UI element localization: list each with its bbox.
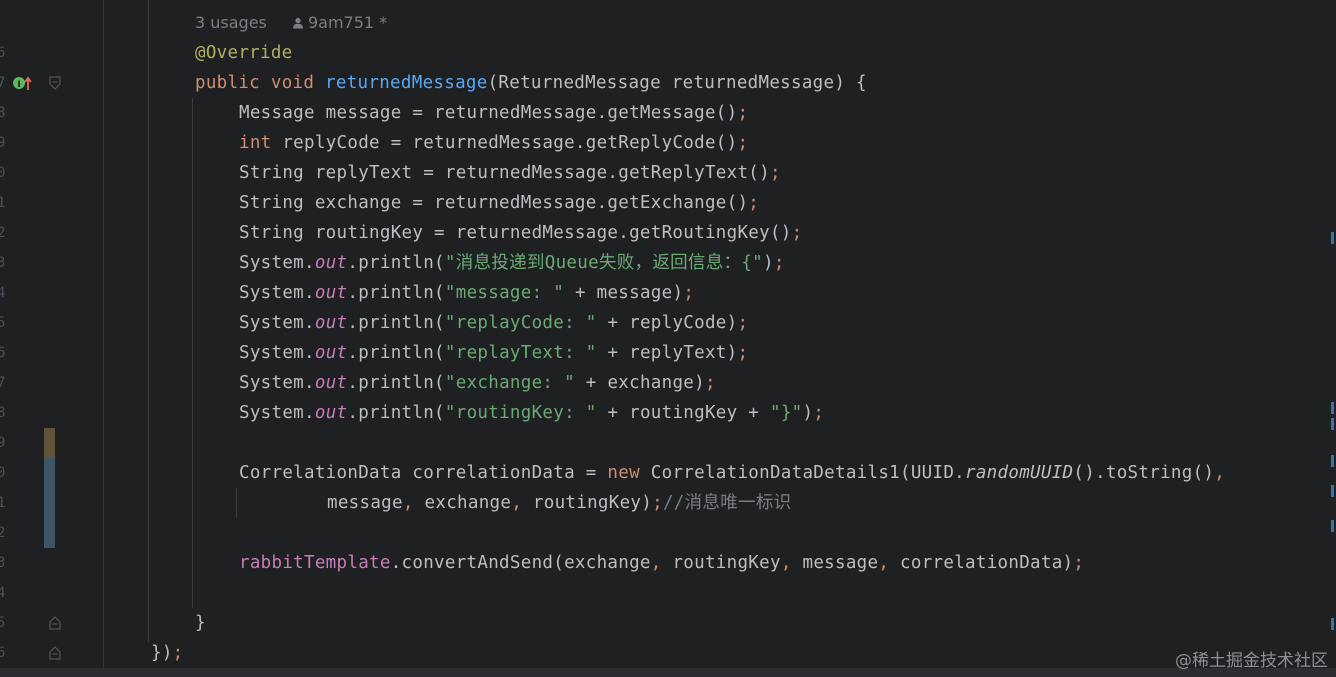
line-number: 3 bbox=[0, 255, 6, 271]
line-number: 2 bbox=[0, 225, 6, 241]
code-line[interactable]: System.out.println("replayCode: " + repl… bbox=[239, 308, 748, 338]
code-line[interactable]: System.out.println("消息投递到Queue失败，返回信息：{"… bbox=[239, 248, 785, 278]
watermark: @稀土掘金技术社区 bbox=[1175, 651, 1328, 671]
scrollbar-marker[interactable] bbox=[1331, 520, 1334, 532]
line-number: 7 bbox=[0, 375, 6, 391]
line-number: 5 bbox=[0, 315, 6, 331]
code-line[interactable]: rabbitTemplate.convertAndSend(exchange, … bbox=[239, 548, 1084, 578]
line-number: 1 bbox=[0, 195, 6, 211]
line-number: 6 bbox=[0, 45, 6, 61]
line-number: 6 bbox=[0, 645, 6, 661]
line-number: 0 bbox=[0, 465, 6, 481]
code-editor[interactable]: 6 7 8 9 0 1 2 3 4 5 6 7 8 9 0 1 2 3 4 5 … bbox=[0, 0, 1336, 677]
scrollbar-marker[interactable] bbox=[1331, 418, 1334, 430]
code-line[interactable]: System.out.println("routingKey: " + rout… bbox=[239, 398, 824, 428]
line-number: 4 bbox=[0, 285, 6, 301]
fold-end-icon[interactable] bbox=[49, 646, 61, 660]
usages-inlay-hint[interactable]: 3 usages 9am751 * bbox=[195, 8, 387, 38]
indent-guide bbox=[148, 0, 149, 642]
user-icon bbox=[292, 9, 304, 39]
line-number: 8 bbox=[0, 405, 6, 421]
line-number: 5 bbox=[0, 615, 6, 631]
scrollbar-marker[interactable] bbox=[1331, 485, 1334, 497]
line-number: 9 bbox=[0, 435, 6, 451]
line-number: 2 bbox=[0, 525, 6, 541]
scrollbar-marker[interactable] bbox=[1331, 402, 1334, 414]
code-line[interactable]: public void returnedMessage(ReturnedMess… bbox=[195, 68, 867, 98]
code-comment: //消息唯一标识 bbox=[662, 493, 792, 513]
fold-end-icon[interactable] bbox=[49, 616, 61, 630]
fold-icon[interactable] bbox=[49, 76, 61, 90]
scrollbar-marker[interactable] bbox=[1331, 455, 1334, 467]
code-line[interactable]: String routingKey = returnedMessage.getR… bbox=[239, 218, 802, 248]
code-line[interactable]: System.out.println("replayText: " + repl… bbox=[239, 338, 748, 368]
line-number: 9 bbox=[0, 135, 6, 151]
line-number: 7 bbox=[0, 75, 6, 91]
code-line[interactable]: @Override bbox=[195, 38, 293, 68]
indent-guide bbox=[192, 98, 193, 608]
author-name[interactable]: 9am751 * bbox=[308, 13, 387, 32]
line-number: 3 bbox=[0, 555, 6, 571]
code-line[interactable]: CorrelationData correlationData = new Co… bbox=[239, 458, 1225, 488]
svg-text:I: I bbox=[17, 80, 20, 90]
line-number: 8 bbox=[0, 105, 6, 121]
line-number: 0 bbox=[0, 165, 6, 181]
code-line[interactable]: } bbox=[195, 608, 206, 638]
code-line[interactable]: String replyText = returnedMessage.getRe… bbox=[239, 158, 781, 188]
implements-up-icon[interactable]: I bbox=[12, 75, 34, 93]
line-number: 4 bbox=[0, 585, 6, 601]
code-line[interactable]: String exchange = returnedMessage.getExc… bbox=[239, 188, 759, 218]
code-line[interactable]: System.out.println("message: " + message… bbox=[239, 278, 694, 308]
line-number: 1 bbox=[0, 495, 6, 511]
indent-guide bbox=[236, 488, 237, 518]
line-number: 6 bbox=[0, 345, 6, 361]
code-line[interactable]: }); bbox=[151, 638, 184, 668]
code-line[interactable]: System.out.println("exchange: " + exchan… bbox=[239, 368, 716, 398]
usages-count[interactable]: 3 usages bbox=[195, 13, 267, 32]
horizontal-scrollbar[interactable] bbox=[0, 668, 1336, 677]
code-line[interactable]: Message message = returnedMessage.getMes… bbox=[239, 98, 748, 128]
gutter-divider bbox=[103, 0, 104, 668]
modified-line-marker[interactable] bbox=[44, 428, 55, 458]
gutter: 6 7 8 9 0 1 2 3 4 5 6 7 8 9 0 1 2 3 4 5 … bbox=[0, 0, 66, 677]
scrollbar-marker[interactable] bbox=[1331, 232, 1334, 244]
code-line[interactable]: int replyCode = returnedMessage.getReply… bbox=[239, 128, 748, 158]
added-lines-marker[interactable] bbox=[44, 458, 55, 548]
code-line[interactable]: message, exchange, routingKey);//消息唯一标识 bbox=[327, 488, 791, 518]
scrollbar-marker[interactable] bbox=[1331, 618, 1334, 630]
